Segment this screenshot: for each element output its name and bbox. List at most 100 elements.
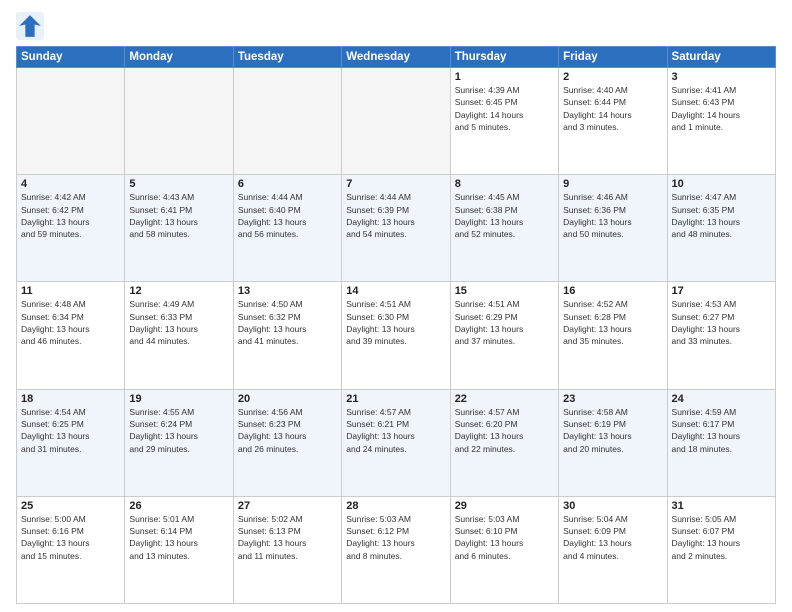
calendar-cell: 11Sunrise: 4:48 AM Sunset: 6:34 PM Dayli… <box>17 282 125 389</box>
day-number: 25 <box>21 500 120 512</box>
day-info: Sunrise: 4:52 AM Sunset: 6:28 PM Dayligh… <box>563 298 662 347</box>
day-info: Sunrise: 4:44 AM Sunset: 6:40 PM Dayligh… <box>238 191 337 240</box>
calendar-cell: 14Sunrise: 4:51 AM Sunset: 6:30 PM Dayli… <box>342 282 450 389</box>
weekday-header-row: SundayMondayTuesdayWednesdayThursdayFrid… <box>17 47 776 68</box>
calendar-cell: 20Sunrise: 4:56 AM Sunset: 6:23 PM Dayli… <box>233 389 341 496</box>
day-number: 13 <box>238 285 337 297</box>
calendar-cell: 8Sunrise: 4:45 AM Sunset: 6:38 PM Daylig… <box>450 175 558 282</box>
calendar-cell: 13Sunrise: 4:50 AM Sunset: 6:32 PM Dayli… <box>233 282 341 389</box>
calendar-cell: 4Sunrise: 4:42 AM Sunset: 6:42 PM Daylig… <box>17 175 125 282</box>
day-number: 21 <box>346 393 445 405</box>
day-number: 14 <box>346 285 445 297</box>
calendar-cell: 3Sunrise: 4:41 AM Sunset: 6:43 PM Daylig… <box>667 68 775 175</box>
logo <box>16 12 48 40</box>
calendar-cell: 31Sunrise: 5:05 AM Sunset: 6:07 PM Dayli… <box>667 496 775 603</box>
calendar-cell: 6Sunrise: 4:44 AM Sunset: 6:40 PM Daylig… <box>233 175 341 282</box>
header <box>16 12 776 40</box>
week-row-3: 11Sunrise: 4:48 AM Sunset: 6:34 PM Dayli… <box>17 282 776 389</box>
week-row-5: 25Sunrise: 5:00 AM Sunset: 6:16 PM Dayli… <box>17 496 776 603</box>
day-number: 15 <box>455 285 554 297</box>
calendar-cell: 16Sunrise: 4:52 AM Sunset: 6:28 PM Dayli… <box>559 282 667 389</box>
day-number: 2 <box>563 71 662 83</box>
day-info: Sunrise: 4:47 AM Sunset: 6:35 PM Dayligh… <box>672 191 771 240</box>
weekday-header-wednesday: Wednesday <box>342 47 450 68</box>
calendar-cell <box>125 68 233 175</box>
week-row-1: 1Sunrise: 4:39 AM Sunset: 6:45 PM Daylig… <box>17 68 776 175</box>
calendar-cell: 5Sunrise: 4:43 AM Sunset: 6:41 PM Daylig… <box>125 175 233 282</box>
day-info: Sunrise: 4:59 AM Sunset: 6:17 PM Dayligh… <box>672 406 771 455</box>
day-number: 28 <box>346 500 445 512</box>
day-number: 4 <box>21 178 120 190</box>
calendar-cell: 23Sunrise: 4:58 AM Sunset: 6:19 PM Dayli… <box>559 389 667 496</box>
calendar-cell <box>342 68 450 175</box>
day-number: 3 <box>672 71 771 83</box>
day-number: 26 <box>129 500 228 512</box>
day-number: 20 <box>238 393 337 405</box>
day-info: Sunrise: 4:43 AM Sunset: 6:41 PM Dayligh… <box>129 191 228 240</box>
calendar-cell: 18Sunrise: 4:54 AM Sunset: 6:25 PM Dayli… <box>17 389 125 496</box>
day-info: Sunrise: 4:56 AM Sunset: 6:23 PM Dayligh… <box>238 406 337 455</box>
calendar-cell: 12Sunrise: 4:49 AM Sunset: 6:33 PM Dayli… <box>125 282 233 389</box>
day-info: Sunrise: 4:42 AM Sunset: 6:42 PM Dayligh… <box>21 191 120 240</box>
calendar-cell: 21Sunrise: 4:57 AM Sunset: 6:21 PM Dayli… <box>342 389 450 496</box>
day-number: 19 <box>129 393 228 405</box>
calendar-cell: 15Sunrise: 4:51 AM Sunset: 6:29 PM Dayli… <box>450 282 558 389</box>
day-info: Sunrise: 4:54 AM Sunset: 6:25 PM Dayligh… <box>21 406 120 455</box>
week-row-4: 18Sunrise: 4:54 AM Sunset: 6:25 PM Dayli… <box>17 389 776 496</box>
weekday-header-tuesday: Tuesday <box>233 47 341 68</box>
day-number: 31 <box>672 500 771 512</box>
calendar-cell: 19Sunrise: 4:55 AM Sunset: 6:24 PM Dayli… <box>125 389 233 496</box>
day-number: 30 <box>563 500 662 512</box>
day-info: Sunrise: 4:55 AM Sunset: 6:24 PM Dayligh… <box>129 406 228 455</box>
calendar-cell: 28Sunrise: 5:03 AM Sunset: 6:12 PM Dayli… <box>342 496 450 603</box>
calendar-cell: 1Sunrise: 4:39 AM Sunset: 6:45 PM Daylig… <box>450 68 558 175</box>
weekday-header-saturday: Saturday <box>667 47 775 68</box>
calendar-cell: 26Sunrise: 5:01 AM Sunset: 6:14 PM Dayli… <box>125 496 233 603</box>
day-info: Sunrise: 5:03 AM Sunset: 6:10 PM Dayligh… <box>455 513 554 562</box>
day-number: 7 <box>346 178 445 190</box>
calendar-cell: 17Sunrise: 4:53 AM Sunset: 6:27 PM Dayli… <box>667 282 775 389</box>
day-number: 22 <box>455 393 554 405</box>
day-number: 1 <box>455 71 554 83</box>
calendar-cell <box>17 68 125 175</box>
calendar-cell: 22Sunrise: 4:57 AM Sunset: 6:20 PM Dayli… <box>450 389 558 496</box>
weekday-header-thursday: Thursday <box>450 47 558 68</box>
calendar-cell <box>233 68 341 175</box>
page: SundayMondayTuesdayWednesdayThursdayFrid… <box>0 0 792 612</box>
day-number: 12 <box>129 285 228 297</box>
calendar-cell: 9Sunrise: 4:46 AM Sunset: 6:36 PM Daylig… <box>559 175 667 282</box>
day-number: 8 <box>455 178 554 190</box>
day-info: Sunrise: 4:50 AM Sunset: 6:32 PM Dayligh… <box>238 298 337 347</box>
day-info: Sunrise: 4:58 AM Sunset: 6:19 PM Dayligh… <box>563 406 662 455</box>
day-number: 17 <box>672 285 771 297</box>
day-number: 24 <box>672 393 771 405</box>
day-number: 9 <box>563 178 662 190</box>
calendar-table: SundayMondayTuesdayWednesdayThursdayFrid… <box>16 46 776 604</box>
day-info: Sunrise: 4:51 AM Sunset: 6:30 PM Dayligh… <box>346 298 445 347</box>
day-number: 16 <box>563 285 662 297</box>
day-number: 29 <box>455 500 554 512</box>
day-info: Sunrise: 5:00 AM Sunset: 6:16 PM Dayligh… <box>21 513 120 562</box>
day-info: Sunrise: 5:03 AM Sunset: 6:12 PM Dayligh… <box>346 513 445 562</box>
day-number: 10 <box>672 178 771 190</box>
day-number: 23 <box>563 393 662 405</box>
day-info: Sunrise: 5:05 AM Sunset: 6:07 PM Dayligh… <box>672 513 771 562</box>
day-number: 11 <box>21 285 120 297</box>
day-info: Sunrise: 4:39 AM Sunset: 6:45 PM Dayligh… <box>455 84 554 133</box>
weekday-header-monday: Monday <box>125 47 233 68</box>
day-number: 18 <box>21 393 120 405</box>
day-info: Sunrise: 4:44 AM Sunset: 6:39 PM Dayligh… <box>346 191 445 240</box>
day-info: Sunrise: 4:48 AM Sunset: 6:34 PM Dayligh… <box>21 298 120 347</box>
calendar-cell: 27Sunrise: 5:02 AM Sunset: 6:13 PM Dayli… <box>233 496 341 603</box>
day-info: Sunrise: 5:04 AM Sunset: 6:09 PM Dayligh… <box>563 513 662 562</box>
calendar-cell: 2Sunrise: 4:40 AM Sunset: 6:44 PM Daylig… <box>559 68 667 175</box>
calendar-cell: 24Sunrise: 4:59 AM Sunset: 6:17 PM Dayli… <box>667 389 775 496</box>
calendar-cell: 7Sunrise: 4:44 AM Sunset: 6:39 PM Daylig… <box>342 175 450 282</box>
weekday-header-sunday: Sunday <box>17 47 125 68</box>
day-info: Sunrise: 5:01 AM Sunset: 6:14 PM Dayligh… <box>129 513 228 562</box>
calendar-cell: 29Sunrise: 5:03 AM Sunset: 6:10 PM Dayli… <box>450 496 558 603</box>
day-info: Sunrise: 4:57 AM Sunset: 6:21 PM Dayligh… <box>346 406 445 455</box>
weekday-header-friday: Friday <box>559 47 667 68</box>
calendar-cell: 10Sunrise: 4:47 AM Sunset: 6:35 PM Dayli… <box>667 175 775 282</box>
day-info: Sunrise: 4:41 AM Sunset: 6:43 PM Dayligh… <box>672 84 771 133</box>
